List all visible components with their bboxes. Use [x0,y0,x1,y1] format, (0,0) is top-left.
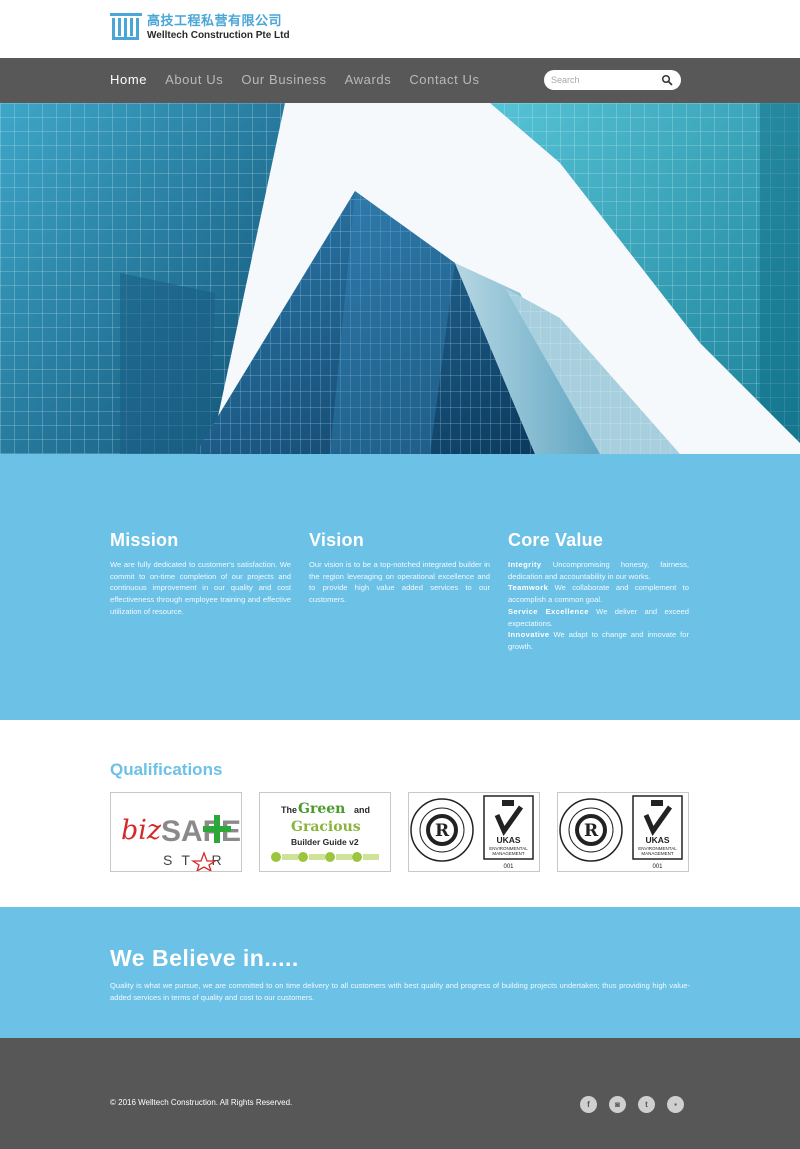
facebook-icon[interactable]: f [580,1096,597,1113]
vision-text: Our vision is to be a top-notched integr… [309,560,490,605]
ukas-mgmt-text: MANAGEMENT [492,851,525,856]
believe-text: Quality is what we pursue, we are commit… [110,981,690,1002]
gg-green-text: Green [298,801,345,817]
nav-item-contact-us[interactable]: Contact Us [409,72,479,87]
svg-text:R: R [584,821,599,841]
mission-text: We are fully dedicated to customer's sat… [110,560,291,616]
core-value-item: Innovative We adapt to change and innova… [508,629,689,652]
vision-column: Vision Our vision is to be a top-notched… [309,530,490,606]
hero-skyscrapers-illustration [0,103,800,454]
twitter-icon[interactable]: t [638,1096,655,1113]
gg-guide-text: Builder Guide v2 [291,837,359,847]
bizsafe-logo-icon: biz SAFE ST R [121,815,241,871]
core-value-term: Teamwork [508,583,549,593]
core-value-item: Service Excellence We deliver and exceed… [508,606,689,629]
core-value-column: Core Value Integrity Uncompromising hone… [508,530,689,653]
qualifications-title: Qualifications [110,760,223,779]
ukas-text: UKAS [645,835,669,845]
search-input[interactable] [551,73,661,87]
gg-and-text: and [354,805,370,815]
search-box [544,70,681,90]
vision-title: Vision [309,530,364,550]
ukas-text: UKAS [496,835,520,845]
copyright-text: © 2016 Welltech Construction. All Rights… [110,1098,293,1107]
core-value-term: Service Excellence [508,606,589,616]
brand-name-en: Welltech Construction Pte Ltd [147,30,290,41]
ukas-num-text: 001 [503,864,514,870]
core-value-term: Integrity [508,560,542,569]
cert-ukas-iso14001[interactable]: R UKAS ENVIRONMENTAL MANAGEMENT 001 [408,792,540,872]
nav-item-our-business[interactable]: Our Business [241,72,326,87]
nav-item-about-us[interactable]: About Us [165,72,223,87]
cert-bizsafe-star[interactable]: biz SAFE ST R [110,792,242,872]
ukas-iso-logo-icon: R UKAS ENVIRONMENTAL MANAGEMENT 001 [559,795,683,870]
flickr-icon[interactable]: ▪ [667,1096,684,1113]
core-value-term: Innovative [508,630,550,640]
ukas-mgmt-text: MANAGEMENT [641,851,674,856]
ukas-num-text: 001 [652,864,663,870]
green-gracious-logo-icon: The Green and Gracious Builder Guide v2 [271,801,379,862]
brand-name-cn: 高技工程私营有限公司 [147,14,283,29]
gg-the-text: The [281,805,297,815]
mission-column: Mission We are fully dedicated to custom… [110,530,291,618]
cert-green-gracious[interactable]: The Green and Gracious Builder Guide v2 [259,792,391,872]
social-links: f ◙ t ▪ [580,1096,696,1113]
brand-logo[interactable]: 高技工程私营有限公司 Welltech Construction Pte Ltd [110,13,290,43]
cert-ukas-iso14001[interactable]: R UKAS ENVIRONMENTAL MANAGEMENT 001 [557,792,689,872]
gg-gracious-text: Gracious [291,819,361,835]
svg-text:R: R [435,821,450,841]
believe-section: We Believe in..... Quality is what we pu… [0,907,800,1038]
site-footer: © 2016 Welltech Construction. All Rights… [0,1038,800,1149]
mission-vision-section: Mission We are fully dedicated to custom… [0,454,800,720]
core-value-item: Integrity Uncompromising honesty, fairne… [508,559,689,582]
ukas-iso-logo-icon: R UKAS ENVIRONMENTAL MANAGEMENT 001 [410,795,534,870]
main-nav: Home About Us Our Business Awards Contac… [0,58,800,103]
mission-title: Mission [110,530,179,550]
hero-image [0,103,800,454]
search-icon[interactable] [661,74,673,86]
site-header: 高技工程私营有限公司 Welltech Construction Pte Ltd [0,0,800,58]
logo-mark-icon [110,13,142,40]
core-value-title: Core Value [508,530,604,550]
instagram-icon[interactable]: ◙ [609,1096,626,1113]
nav-item-awards[interactable]: Awards [345,72,392,87]
nav-item-home[interactable]: Home [110,72,147,87]
core-value-list: Integrity Uncompromising honesty, fairne… [508,559,689,653]
believe-title: We Believe in..... [110,945,299,971]
core-value-item: Teamwork We collaborate and complement t… [508,582,689,605]
qualifications-section: Qualifications biz SAFE ST R The Green a… [0,720,800,907]
bizsafe-biz-text: biz [121,815,162,846]
bizsafe-star-text: ST R [163,852,231,868]
